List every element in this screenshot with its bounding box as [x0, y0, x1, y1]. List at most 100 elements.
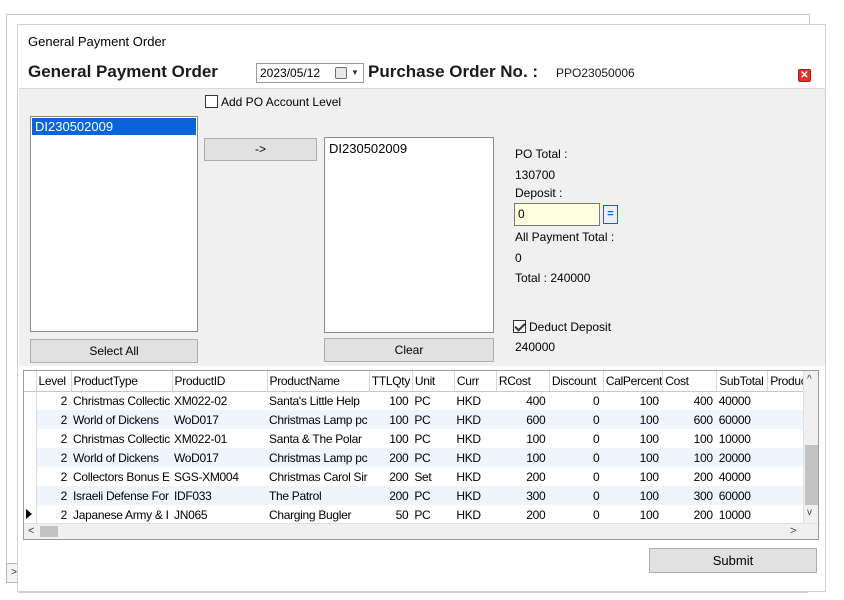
column-header-curr[interactable]: Curr	[454, 371, 497, 392]
close-icon[interactable]: ✕	[798, 69, 811, 82]
cell-rcost[interactable]: 100	[496, 429, 549, 448]
cell-calpercent[interactable]: 100	[603, 448, 663, 467]
cell-subtotal[interactable]: 10000	[717, 429, 768, 448]
cell-curr[interactable]: HKD	[454, 429, 496, 448]
cell-producttype[interactable]: Israeli Defense For	[71, 486, 172, 505]
cell-producttype[interactable]: World of Dickens	[71, 448, 172, 467]
cell-ttlqty[interactable]: 200	[369, 467, 412, 486]
vertical-scroll-thumb[interactable]	[805, 445, 818, 505]
cell-discount[interactable]: 0	[549, 391, 603, 410]
cell-productname[interactable]: Charging Bugler	[267, 505, 369, 524]
cell-calpercent[interactable]: 100	[603, 391, 662, 410]
cell-cost[interactable]: 100	[663, 429, 717, 448]
cell-discount[interactable]: 0	[549, 429, 603, 448]
cell-subtotal[interactable]: 40000	[717, 391, 768, 410]
cell-unit[interactable]: Set	[412, 467, 454, 486]
vertical-scrollbar[interactable]: ^ v	[803, 371, 818, 523]
cell-unit[interactable]: PC	[412, 410, 455, 429]
row-header[interactable]	[24, 448, 37, 467]
cell-unit[interactable]: PC	[412, 486, 455, 505]
table-row[interactable]: 2 Collectors Bonus E SGS-XM004 Christmas Ca…	[24, 467, 817, 486]
order-date-picker[interactable]: 2023/05/12 ▼	[256, 63, 364, 83]
cell-calpercent[interactable]: 100	[603, 505, 662, 524]
cell-productid[interactable]: JN065	[172, 505, 267, 524]
cell-subtotal[interactable]: 60000	[716, 410, 768, 429]
cell-productname[interactable]: Santa's Little Help	[267, 391, 369, 410]
equals-button[interactable]: =	[603, 205, 618, 224]
cell-cost[interactable]: 100	[662, 448, 717, 467]
cell-rcost[interactable]: 200	[496, 505, 549, 524]
row-header[interactable]	[24, 505, 37, 524]
cell-cost[interactable]: 300	[662, 486, 717, 505]
checkbox-box[interactable]	[513, 320, 526, 334]
cell-discount[interactable]: 0	[549, 448, 604, 467]
cell-level[interactable]: 2	[36, 505, 71, 524]
column-header-productid[interactable]: ProductID	[172, 371, 268, 392]
cell-cost[interactable]: 600	[662, 410, 717, 429]
cell-cost[interactable]: 200	[663, 467, 717, 486]
table-row[interactable]: 2 Christmas Collectic XM022-01 Santa & The …	[24, 429, 817, 448]
chevron-down-icon[interactable]: v	[807, 507, 812, 518]
cell-level[interactable]: 2	[36, 391, 71, 410]
cell-curr[interactable]: HKD	[454, 467, 496, 486]
cell-subtotal[interactable]: 40000	[717, 467, 768, 486]
chevron-up-icon[interactable]: ^	[807, 374, 812, 385]
cell-productname[interactable]: Christmas Lamp pc	[267, 410, 370, 429]
cell-cost[interactable]: 200	[663, 505, 717, 524]
cell-productname[interactable]: Christmas Lamp pc	[267, 448, 370, 467]
row-header[interactable]	[24, 486, 37, 505]
cell-productid[interactable]: WoD017	[172, 410, 267, 429]
row-header[interactable]	[24, 467, 37, 486]
cell-productname[interactable]: Christmas Carol Sir	[267, 467, 369, 486]
cell-producttype[interactable]: Collectors Bonus E	[71, 467, 172, 486]
cell-producttype[interactable]: World of Dickens	[71, 410, 172, 429]
cell-discount[interactable]: 0	[549, 486, 604, 505]
cell-unit[interactable]: PC	[412, 429, 454, 448]
cell-productname[interactable]: The Patrol	[267, 486, 370, 505]
column-header-ttlqty[interactable]: TTLQty	[369, 371, 413, 392]
table-row[interactable]: 2 Israeli Defense For IDF033 The Patrol 200 P…	[24, 486, 817, 505]
cell-discount[interactable]: 0	[549, 410, 604, 429]
cell-producttype[interactable]: Christmas Collectic	[71, 391, 172, 410]
move-right-button[interactable]: ->	[204, 138, 317, 161]
cell-level[interactable]: 2	[36, 467, 71, 486]
column-header-rcost[interactable]: RCost	[496, 371, 550, 392]
cell-productid[interactable]: WoD017	[172, 448, 267, 467]
selected-items-list[interactable]: DI230502009	[324, 137, 494, 333]
checkbox-box[interactable]	[205, 95, 218, 109]
cell-producttype[interactable]: Japanese Army & I	[71, 505, 172, 524]
row-header[interactable]	[24, 429, 37, 448]
order-lines-grid[interactable]: Level ProductType ProductID ProductName TTLQ…	[23, 370, 819, 540]
cell-ttlqty[interactable]: 100	[369, 429, 412, 448]
cell-rcost[interactable]: 100	[496, 448, 550, 467]
list-item[interactable]: DI230502009	[32, 118, 196, 135]
cell-productid[interactable]: XM022-02	[172, 391, 267, 410]
row-header[interactable]	[24, 410, 37, 429]
cell-rcost[interactable]: 300	[496, 486, 550, 505]
cell-ttlqty[interactable]: 100	[369, 391, 412, 410]
cell-discount[interactable]: 0	[549, 505, 603, 524]
calendar-icon[interactable]	[335, 67, 347, 79]
cell-level[interactable]: 2	[36, 410, 71, 429]
select-all-button[interactable]: Select All	[30, 339, 198, 363]
cell-productname[interactable]: Santa & The Polar	[267, 429, 369, 448]
cell-subtotal[interactable]: 60000	[716, 486, 768, 505]
table-row[interactable]: 2 Christmas Collectic XM022-02 Santa's Litt…	[24, 391, 817, 410]
cell-rcost[interactable]: 600	[496, 410, 550, 429]
cell-discount[interactable]: 0	[549, 467, 603, 486]
cell-calpercent[interactable]: 100	[603, 467, 662, 486]
clear-button[interactable]: Clear	[324, 338, 494, 362]
column-header-level[interactable]: Level	[36, 371, 72, 392]
row-header[interactable]	[24, 391, 37, 410]
cell-curr[interactable]: HKD	[454, 505, 496, 524]
chevron-right-icon[interactable]: >	[790, 525, 796, 537]
cell-ttlqty[interactable]: 50	[369, 505, 412, 524]
cell-rcost[interactable]: 200	[496, 467, 549, 486]
cell-ttlqty[interactable]: 200	[369, 486, 413, 505]
cell-calpercent[interactable]: 100	[603, 429, 662, 448]
cell-producttype[interactable]: Christmas Collectic	[71, 429, 172, 448]
column-header-producttype[interactable]: ProductType	[71, 371, 173, 392]
cell-ttlqty[interactable]: 200	[369, 448, 413, 467]
cell-productid[interactable]: XM022-01	[172, 429, 267, 448]
cell-calpercent[interactable]: 100	[603, 486, 663, 505]
